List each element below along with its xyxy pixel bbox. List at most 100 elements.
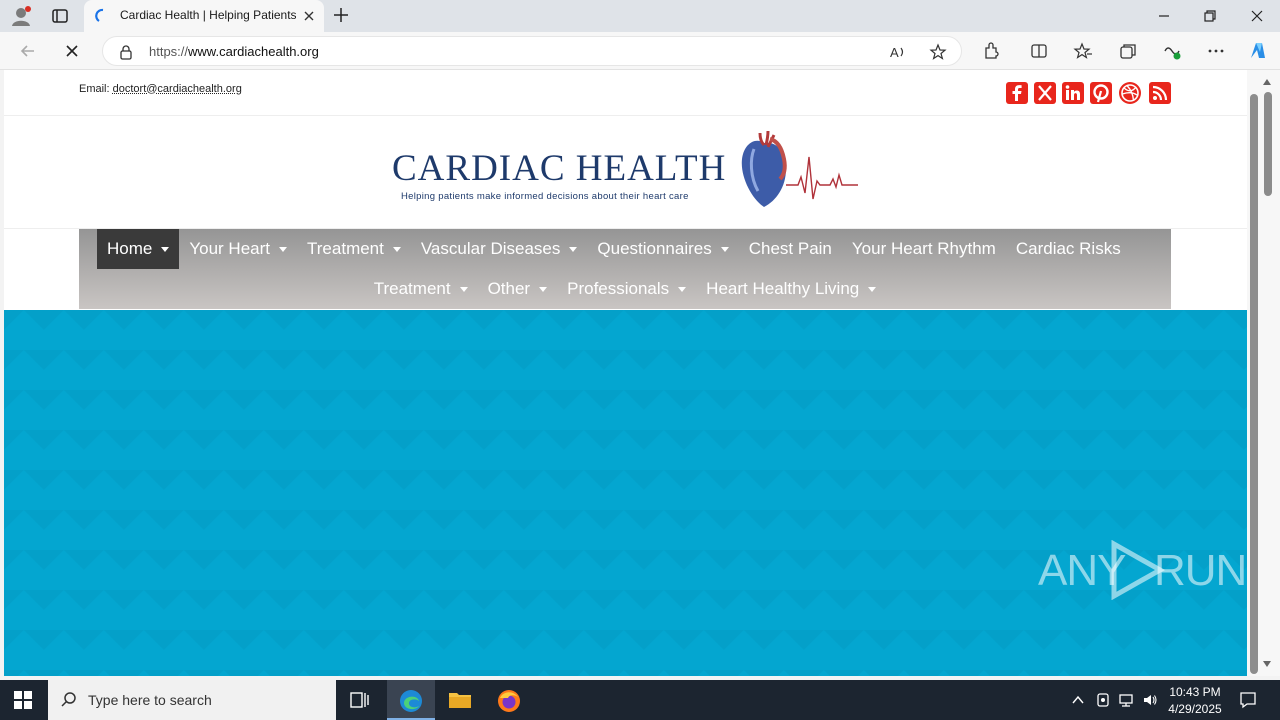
browser-essentials-icon[interactable] (1162, 41, 1182, 61)
close-window-icon[interactable] (1249, 8, 1265, 24)
scroll-up-icon[interactable] (1262, 78, 1272, 86)
clock-time: 10:43 PM (1169, 685, 1221, 699)
search-placeholder: Type here to search (88, 692, 212, 708)
pinterest-icon[interactable] (1090, 82, 1112, 104)
rss-icon[interactable] (1149, 82, 1171, 104)
svg-text:A: A (890, 45, 899, 60)
taskbar-clock[interactable]: 10:43 PM 4/29/2025 (1160, 684, 1230, 718)
url-scheme: https:// (149, 44, 189, 59)
nav-item-vascular-diseases[interactable]: Vascular Diseases (411, 229, 588, 269)
linkedin-icon[interactable] (1062, 82, 1084, 104)
anyrun-watermark: ANY RUN (1034, 538, 1247, 602)
watermark-right-text: RUN (1154, 546, 1247, 595)
nav-row-primary: Home Your Heart Treatment Vascular Disea… (79, 229, 1171, 269)
network-icon[interactable] (1118, 692, 1134, 708)
inner-scrollbar[interactable] (1250, 94, 1258, 674)
email-link[interactable]: doctort@cardiachealth.org (113, 83, 242, 95)
browser-titlebar: Cardiac Health | Helping Patients (0, 0, 1280, 32)
browser-toolbar: https://www.cardiachealth.org A (0, 32, 1280, 70)
nav-label: Professionals (567, 279, 670, 298)
windows-start-icon[interactable] (14, 691, 32, 709)
read-aloud-icon[interactable]: A (889, 43, 907, 61)
site-logo[interactable]: CARDIAC HEALTH Helping patients make inf… (4, 117, 1247, 229)
lock-icon[interactable] (119, 44, 133, 60)
task-view-button[interactable] (336, 680, 384, 720)
dribbble-icon[interactable] (1119, 82, 1141, 104)
nav-item-other[interactable]: Other (478, 269, 558, 309)
taskbar-search[interactable]: Type here to search (48, 680, 336, 720)
nav-label: Chest Pain (748, 239, 832, 258)
taskbar-firefox[interactable] (485, 680, 533, 720)
split-screen-icon[interactable] (1029, 41, 1049, 61)
edge-icon (400, 690, 422, 712)
nav-label: Home (107, 239, 153, 258)
restore-icon[interactable] (1202, 8, 1218, 24)
caret-down-icon (279, 246, 288, 252)
caret-down-icon (678, 286, 687, 292)
tab-actions-icon[interactable] (50, 6, 70, 26)
x-icon[interactable] (1034, 82, 1056, 104)
extensions-icon[interactable] (981, 41, 1001, 61)
nav-item-treatment[interactable]: Treatment (297, 229, 411, 269)
nav-item-heart-healthy-living[interactable]: Heart Healthy Living (696, 269, 886, 309)
scroll-down-icon[interactable] (1262, 660, 1272, 668)
nav-label: Your Heart Rhythm (851, 239, 996, 258)
favorite-star-icon[interactable] (929, 43, 947, 61)
caret-down-icon (459, 286, 468, 292)
nav-label: Questionnaires (597, 239, 712, 258)
profile-icon[interactable] (10, 5, 32, 27)
active-tab[interactable]: Cardiac Health | Helping Patients (84, 0, 324, 32)
nav-label: Your Heart (189, 239, 271, 258)
more-options-icon[interactable] (1206, 41, 1226, 61)
taskbar-file-explorer[interactable] (436, 680, 484, 720)
nav-label: Vascular Diseases (420, 239, 561, 258)
clock-date: 4/29/2025 (1168, 702, 1222, 716)
notifications-icon[interactable] (1238, 690, 1258, 710)
folder-icon (449, 693, 471, 708)
caret-down-icon (161, 246, 170, 252)
security-tray-icon[interactable] (1095, 692, 1111, 708)
show-hidden-icons-icon[interactable] (1070, 692, 1086, 708)
logo-tagline: Helping patients make informed decisions… (401, 191, 689, 202)
caret-down-icon (392, 246, 401, 252)
url-text[interactable]: https://www.cardiachealth.org (149, 44, 319, 59)
nav-label: Other (487, 279, 531, 298)
new-tab-icon[interactable] (332, 6, 350, 24)
back-icon[interactable] (18, 41, 38, 61)
minimize-icon[interactable] (1156, 8, 1172, 24)
address-bar[interactable]: https://www.cardiachealth.org A (102, 36, 962, 66)
facebook-icon[interactable] (1006, 82, 1028, 104)
nav-item-your-heart-rhythm[interactable]: Your Heart Rhythm (842, 229, 1006, 269)
caret-down-icon (868, 286, 877, 292)
email-label: Email: (79, 83, 110, 95)
close-tab-icon[interactable] (302, 9, 316, 23)
windows-taskbar: Type here to search 10:43 PM 4/29/2025 (0, 680, 1280, 720)
task-view-icon (350, 692, 369, 708)
nav-item-chest-pain[interactable]: Chest Pain (739, 229, 842, 269)
copilot-icon[interactable] (1247, 40, 1269, 62)
nav-item-questionnaires[interactable]: Questionnaires (587, 229, 738, 269)
nav-item-professionals[interactable]: Professionals (557, 269, 696, 309)
nav-item-treatment-2[interactable]: Treatment (364, 269, 478, 309)
caret-down-icon (539, 286, 548, 292)
nav-item-home[interactable]: Home (97, 229, 180, 269)
caret-down-icon (569, 246, 578, 252)
firefox-icon (498, 690, 520, 712)
taskbar-edge[interactable] (387, 680, 435, 720)
nav-row-secondary: Treatment Other Professionals Heart Heal… (79, 269, 1171, 309)
favorites-icon[interactable] (1073, 41, 1093, 61)
nav-label: Heart Healthy Living (706, 279, 860, 298)
url-host: www.cardiachealth.org (188, 44, 319, 59)
caret-down-icon (720, 246, 729, 252)
volume-icon[interactable] (1142, 692, 1158, 708)
collections-icon[interactable] (1118, 41, 1138, 61)
nav-item-your-heart[interactable]: Your Heart (179, 229, 297, 269)
loading-favicon-icon (95, 8, 104, 22)
nav-item-cardiac-risks[interactable]: Cardiac Risks (1006, 229, 1131, 269)
site-topbar: Email: doctort@cardiachealth.org (4, 70, 1247, 116)
contact-email: Email: doctort@cardiachealth.org (79, 83, 242, 95)
stop-loading-icon[interactable] (62, 41, 82, 61)
nav-label: Treatment (373, 279, 451, 298)
hero-banner (4, 310, 1247, 676)
scroll-thumb[interactable] (1264, 92, 1272, 196)
